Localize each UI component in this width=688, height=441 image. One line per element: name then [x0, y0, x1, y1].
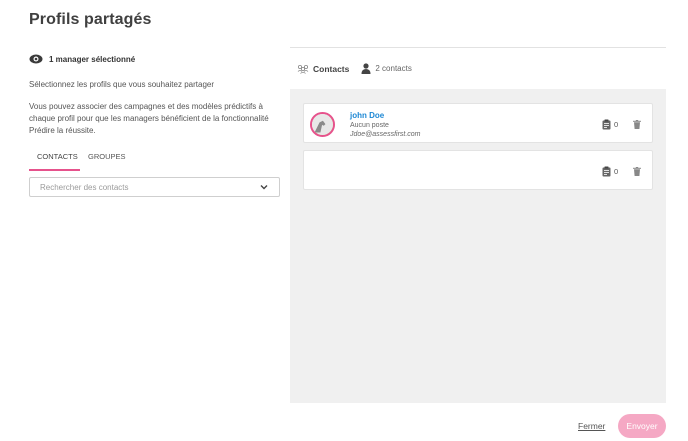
search-input[interactable] [40, 182, 259, 192]
eye-icon [29, 54, 43, 64]
page-title: Profils partagés [29, 11, 152, 28]
contact-card[interactable]: john Doe Aucun poste Jdoe@assessfirst.co… [303, 103, 653, 143]
tab-contacts[interactable]: CONTACTS [29, 148, 80, 171]
contact-job: Aucun poste [350, 122, 389, 129]
contact-email: Jdoe@assessfirst.com [350, 131, 421, 138]
divider [290, 47, 666, 48]
description-text: Vous pouvez associer des campagnes et de… [29, 102, 269, 135]
contact-name[interactable]: john Doe [350, 111, 384, 120]
contacts-count: 2 contacts [375, 64, 412, 73]
campaign-count: 0 [614, 120, 619, 129]
clipboard-icon[interactable] [602, 119, 611, 130]
tab-groupes[interactable]: GROUPES [80, 148, 134, 171]
contact-card[interactable]: 0 [303, 150, 653, 190]
trash-icon[interactable] [633, 167, 641, 176]
close-button[interactable]: Fermer [578, 421, 605, 431]
trash-icon[interactable] [633, 120, 641, 129]
campaign-count: 0 [614, 167, 619, 176]
contacts-list: john Doe Aucun poste Jdoe@assessfirst.co… [290, 89, 666, 403]
clipboard-icon[interactable] [602, 166, 611, 177]
manager-selected-label: 1 manager sélectionné [49, 54, 136, 64]
person-icon [361, 63, 371, 74]
manager-selection[interactable]: 1 manager sélectionné [29, 53, 135, 65]
contacts-header: Contacts 2 contacts [297, 63, 412, 74]
send-button[interactable]: Envoyer [618, 414, 666, 438]
intro-text: Sélectionnez les profils que vous souhai… [29, 80, 214, 89]
tabs: CONTACTS GROUPES [29, 148, 134, 171]
chevron-down-icon[interactable] [259, 182, 269, 192]
avatar [310, 112, 335, 137]
contacts-title: Contacts [313, 63, 350, 74]
contact-search-dropdown[interactable] [29, 177, 280, 197]
group-icon [297, 64, 309, 74]
